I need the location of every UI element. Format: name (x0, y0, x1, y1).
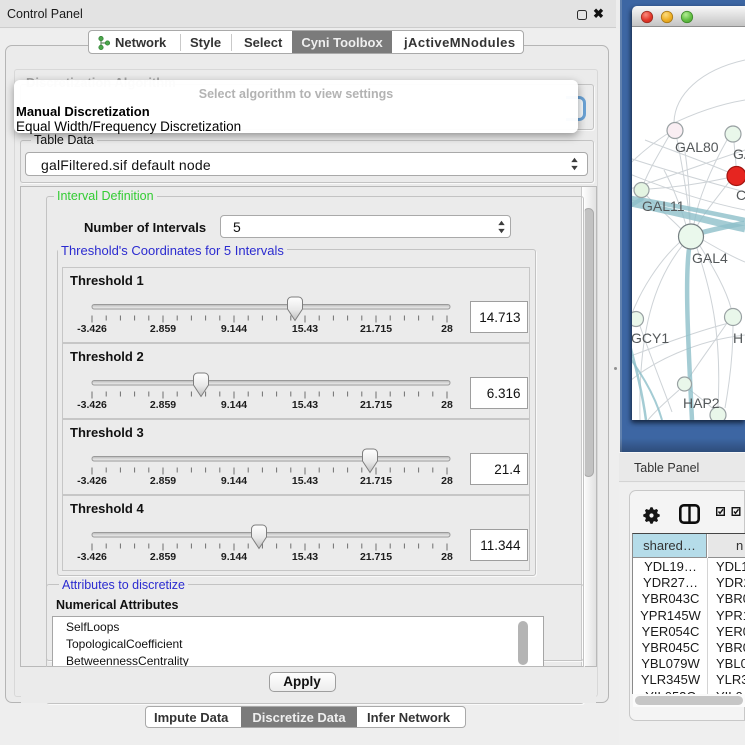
svg-text:H: H (733, 330, 743, 346)
svg-text:GA: GA (733, 146, 745, 162)
svg-text:GAL80: GAL80 (675, 139, 719, 155)
svg-text:28: 28 (441, 323, 453, 335)
svg-text:21.715: 21.715 (360, 399, 392, 411)
svg-text:GCY1: GCY1 (632, 330, 669, 346)
svg-text:21.715: 21.715 (360, 475, 392, 487)
svg-text:28: 28 (441, 399, 453, 411)
svg-text:HAP2: HAP2 (683, 395, 720, 411)
svg-text:9.144: 9.144 (221, 399, 247, 411)
svg-text:15.43: 15.43 (292, 399, 318, 411)
svg-text:15.43: 15.43 (292, 551, 318, 563)
svg-text:2.859: 2.859 (150, 551, 176, 563)
svg-text:-3.426: -3.426 (77, 399, 107, 411)
svg-text:-3.426: -3.426 (77, 551, 107, 563)
svg-text:-3.426: -3.426 (77, 475, 107, 487)
svg-text:2.859: 2.859 (150, 323, 176, 335)
svg-text:21.715: 21.715 (360, 323, 392, 335)
svg-text:2.859: 2.859 (150, 475, 176, 487)
svg-text:GAL4: GAL4 (692, 250, 728, 266)
svg-text:15.43: 15.43 (292, 475, 318, 487)
svg-text:9.144: 9.144 (221, 551, 247, 563)
svg-text:9.144: 9.144 (221, 475, 247, 487)
svg-text:C: C (736, 187, 745, 203)
svg-text:2.859: 2.859 (150, 399, 176, 411)
svg-text:15.43: 15.43 (292, 323, 318, 335)
svg-text:9.144: 9.144 (221, 323, 247, 335)
svg-text:GAL11: GAL11 (642, 198, 685, 214)
svg-text:21.715: 21.715 (360, 551, 392, 563)
svg-text:28: 28 (441, 551, 453, 563)
svg-text:28: 28 (441, 475, 453, 487)
svg-text:-3.426: -3.426 (77, 323, 107, 335)
